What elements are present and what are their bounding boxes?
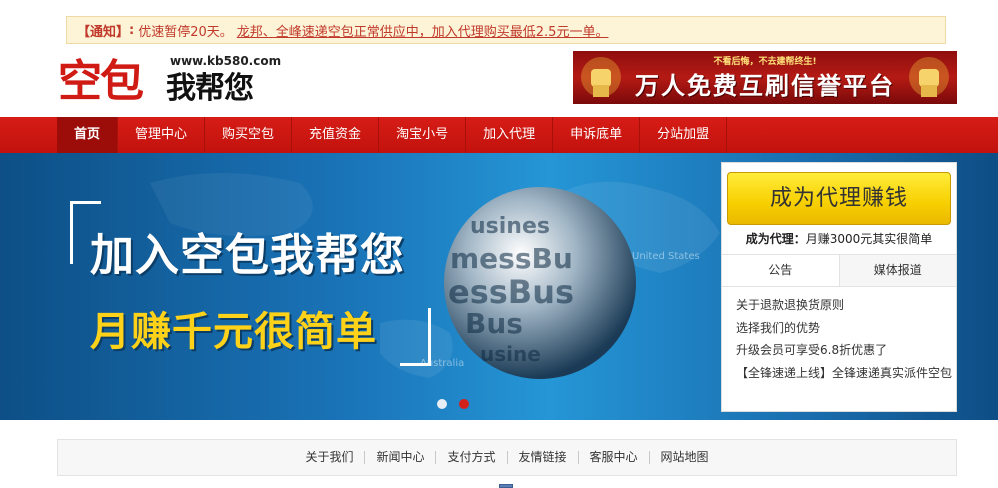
notice-bar: 【通知】 : 优速暂停20天。 龙邦、全峰速递空包正常供应中，加入代理购买最低2… — [66, 16, 946, 44]
notice-link[interactable]: 龙邦、全峰速递空包正常供应中，加入代理购买最低2.5元一单。 — [237, 21, 609, 40]
site-logo[interactable]: 空包 www.kb580.com 我帮您 — [58, 52, 282, 108]
header-ad-banner[interactable]: 不看后悔，不去建帮终生! 万人免费互刷信誉平台 — [573, 51, 957, 104]
agent-label: 成为代理： — [745, 232, 806, 246]
footer-link-support[interactable]: 客服中心 — [579, 451, 650, 464]
hero-subline: 月赚千元很简单 — [90, 309, 377, 355]
slide-dots — [437, 399, 469, 409]
footer-link-about[interactable]: 关于我们 — [294, 451, 366, 464]
nav-item-admin[interactable]: 管理中心 — [118, 117, 206, 153]
agent-promo-text: 成为代理：月赚3000元其实很简单 — [722, 230, 956, 247]
news-item[interactable]: 升级会员可享受6.8折优惠了 — [736, 339, 952, 362]
logo-sub-text: 我帮您 — [166, 71, 254, 106]
agent-description: 月赚3000元其实很简单 — [805, 232, 933, 246]
slide-dot-1[interactable] — [437, 399, 447, 409]
footer-link-sitemap[interactable]: 网站地图 — [650, 451, 720, 464]
nav-item-taobao[interactable]: 淘宝小号 — [379, 117, 467, 153]
footer-links: 关于我们 新闻中心 支付方式 友情链接 客服中心 网站地图 — [57, 439, 957, 476]
svg-text:Bus: Bus — [465, 307, 523, 340]
nav-item-buy[interactable]: 购买空包 — [205, 117, 293, 153]
fist-icon — [909, 57, 949, 97]
news-item[interactable]: 关于退款退换货原则 — [736, 294, 952, 317]
news-list: 关于退款退换货原则 选择我们的优势 升级会员可享受6.8折优惠了 【全锋速递上线… — [736, 294, 952, 384]
notice-separator: : — [129, 22, 135, 38]
hero-headline: 加入空包我帮您 — [90, 230, 405, 281]
svg-text:essBus: essBus — [448, 273, 574, 311]
map-label: United States — [632, 251, 700, 262]
side-panel: 成为代理赚钱 成为代理：月赚3000元其实很简单 公告 媒体报道 关于退款退换货… — [721, 162, 957, 412]
decor-bracket — [400, 308, 431, 366]
news-item[interactable]: 选择我们的优势 — [736, 317, 952, 340]
image-icon — [499, 484, 513, 488]
svg-text:messBu: messBu — [450, 242, 573, 275]
nav-item-recharge[interactable]: 充值资金 — [292, 117, 380, 153]
nav-item-branch[interactable]: 分站加盟 — [640, 117, 728, 153]
svg-text:usines: usines — [470, 214, 550, 239]
notice-message: 优速暂停20天。 — [138, 24, 233, 40]
notice-tag: 【通知】 — [77, 24, 130, 40]
ad-headline: 万人免费互刷信誉平台 — [635, 72, 895, 100]
panel-tabs: 公告 媒体报道 — [722, 254, 956, 287]
logo-main-text: 空包 — [58, 56, 144, 107]
nav-item-home[interactable]: 首页 — [57, 117, 119, 153]
logo-url: www.kb580.com — [170, 54, 282, 68]
slide-dot-2[interactable] — [459, 399, 469, 409]
nav-item-appeal[interactable]: 申诉底单 — [553, 117, 641, 153]
business-globe-image: usines messBu essBus Bus usine — [444, 187, 636, 379]
svg-text:usine: usine — [480, 342, 541, 366]
tab-media-reports[interactable]: 媒体报道 — [839, 255, 956, 286]
footer-link-news[interactable]: 新闻中心 — [365, 451, 437, 464]
news-item[interactable]: 【全锋速递上线】全锋速递真实派件空包 — [736, 362, 952, 385]
nav-item-agent[interactable]: 加入代理 — [466, 117, 554, 153]
become-agent-button[interactable]: 成为代理赚钱 — [727, 172, 951, 225]
main-nav: 首页 管理中心 购买空包 充值资金 淘宝小号 加入代理 申诉底单 分站加盟 — [0, 117, 998, 153]
footer-link-friends[interactable]: 友情链接 — [508, 451, 579, 464]
footer-link-payment[interactable]: 支付方式 — [436, 451, 508, 464]
tab-announcements[interactable]: 公告 — [722, 255, 840, 286]
